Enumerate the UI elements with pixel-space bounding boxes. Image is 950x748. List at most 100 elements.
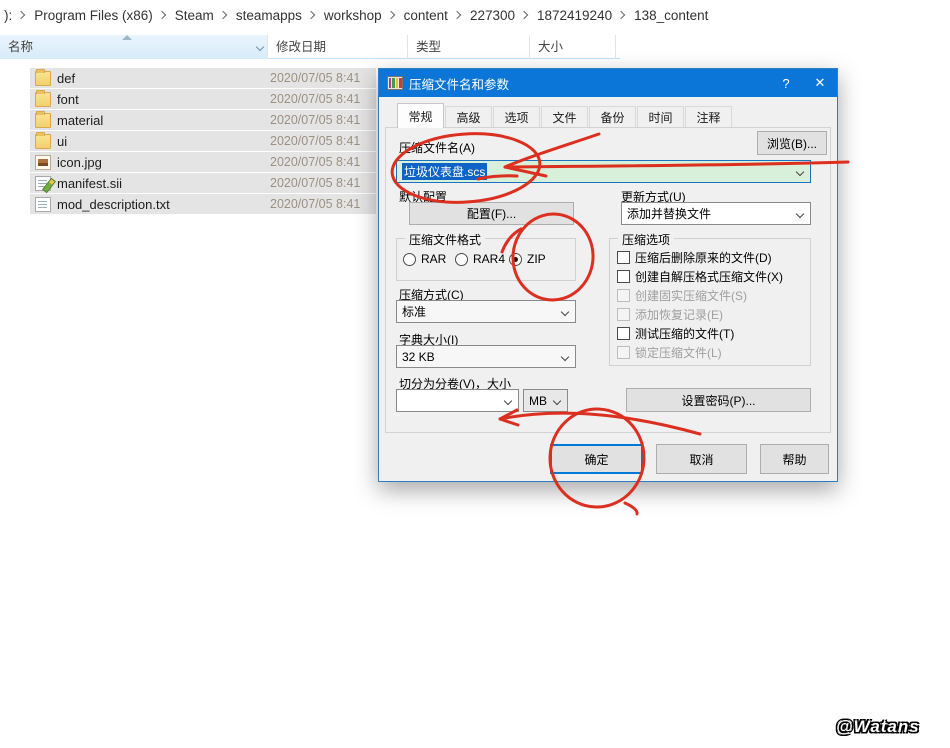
- dialog-titlebar[interactable]: 压缩文件名和参数 ? ✕: [379, 69, 837, 97]
- chevron-right-icon: [520, 11, 528, 19]
- watermark: @Watans: [836, 717, 920, 737]
- dialog-title: 压缩文件名和参数: [409, 74, 509, 93]
- tab-advanced[interactable]: 高级: [445, 106, 492, 128]
- file-row-icon-jpg[interactable]: icon.jpg 2020/07/05 8:41: [30, 152, 376, 172]
- checkbox-icon: [617, 270, 630, 283]
- radio-rar4[interactable]: RAR4: [455, 252, 505, 266]
- chevron-down-icon[interactable]: [561, 308, 569, 316]
- profiles-button[interactable]: 配置(F)...: [409, 202, 574, 225]
- chevron-down-icon[interactable]: [504, 397, 512, 405]
- archive-name-combobox[interactable]: 垃圾仪表盘.scs: [396, 160, 811, 183]
- annotation-ok-tail: [625, 503, 637, 514]
- radio-icon: [455, 253, 468, 266]
- file-row-mod-description[interactable]: mod_description.txt 2020/07/05 8:41: [30, 194, 376, 214]
- breadcrumb-item[interactable]: Program Files (x86): [30, 8, 157, 23]
- chevron-right-icon: [219, 11, 227, 19]
- folder-icon: [35, 134, 51, 149]
- folder-icon: [35, 92, 51, 107]
- tab-comment[interactable]: 注释: [685, 106, 732, 128]
- ok-button[interactable]: 确定: [550, 444, 643, 474]
- tab-files[interactable]: 文件: [541, 106, 588, 128]
- breadcrumb-item[interactable]: steamapps: [232, 8, 306, 23]
- tab-backup[interactable]: 备份: [589, 106, 636, 128]
- file-row-ui[interactable]: ui 2020/07/05 8:41: [30, 131, 376, 151]
- checkbox-icon: [617, 327, 630, 340]
- file-date: 2020/07/05 8:41: [270, 92, 360, 106]
- column-header-type-label: 类型: [416, 40, 441, 54]
- radio-label: ZIP: [527, 252, 546, 266]
- breadcrumb-prefix: ):: [0, 8, 16, 23]
- file-name: def: [57, 71, 75, 86]
- tab-options[interactable]: 选项: [493, 106, 540, 128]
- volume-unit-combobox[interactable]: MB: [523, 389, 568, 412]
- column-header-row: 名称 修改日期 类型 大小: [0, 35, 620, 59]
- winrar-icon: [387, 76, 403, 90]
- close-icon[interactable]: ✕: [803, 69, 837, 97]
- archive-name-value: 垃圾仪表盘.scs: [402, 163, 487, 180]
- set-password-button[interactable]: 设置密码(P)...: [626, 388, 811, 412]
- dictionary-size-combobox[interactable]: 32 KB: [396, 345, 576, 368]
- checkbox-test-files[interactable]: 测试压缩的文件(T): [617, 325, 734, 342]
- radio-icon: [403, 253, 416, 266]
- compression-method-combobox[interactable]: 标准: [396, 300, 576, 323]
- radio-rar[interactable]: RAR: [403, 252, 446, 266]
- file-row-manifest-sii[interactable]: manifest.sii 2020/07/05 8:41: [30, 173, 376, 193]
- checkbox-label: 测试压缩的文件(T): [635, 325, 734, 342]
- checkbox-label: 创建固实压缩文件(S): [635, 287, 747, 304]
- breadcrumb-item[interactable]: 1872419240: [533, 8, 616, 23]
- chevron-right-icon: [307, 11, 315, 19]
- chevron-down-icon[interactable]: [796, 210, 804, 218]
- checkbox-label: 压缩后删除原来的文件(D): [635, 249, 772, 266]
- file-name: font: [57, 92, 79, 107]
- tab-general[interactable]: 常规: [397, 103, 444, 128]
- breadcrumb: ): Program Files (x86) Steam steamapps w…: [0, 0, 950, 30]
- checkbox-delete-files[interactable]: 压缩后删除原来的文件(D): [617, 249, 772, 266]
- file-name: ui: [57, 134, 67, 149]
- dictionary-size-value: 32 KB: [402, 350, 435, 364]
- checkbox-icon: [617, 346, 630, 359]
- chevron-down-icon[interactable]: [796, 168, 804, 176]
- split-volumes-combobox[interactable]: [396, 389, 519, 412]
- radio-selected-icon: [509, 253, 522, 266]
- volume-unit-value: MB: [529, 394, 547, 408]
- help-titlebar-button[interactable]: ?: [769, 69, 803, 97]
- winrar-archive-dialog: 压缩文件名和参数 ? ✕ 常规 高级 选项 文件 备份 时间 注释 浏览(B).…: [378, 68, 838, 482]
- file-row-font[interactable]: font 2020/07/05 8:41: [30, 89, 376, 109]
- file-date: 2020/07/05 8:41: [270, 134, 360, 148]
- chevron-down-icon[interactable]: [553, 397, 561, 405]
- file-date: 2020/07/05 8:41: [270, 113, 360, 127]
- column-filter-chevron-icon[interactable]: [256, 43, 264, 51]
- folder-icon: [35, 71, 51, 86]
- update-mode-combobox[interactable]: 添加并替换文件: [621, 202, 811, 225]
- column-header-type[interactable]: 类型: [408, 35, 530, 59]
- checkbox-create-sfx[interactable]: 创建自解压格式压缩文件(X): [617, 268, 783, 285]
- breadcrumb-item[interactable]: Steam: [171, 8, 218, 23]
- breadcrumb-item[interactable]: workshop: [320, 8, 386, 23]
- chevron-right-icon: [17, 11, 25, 19]
- update-mode-value: 添加并替换文件: [627, 205, 711, 222]
- file-row-material[interactable]: material 2020/07/05 8:41: [30, 110, 376, 130]
- compression-options-group: 压缩选项 压缩后删除原来的文件(D) 创建自解压格式压缩文件(X) 创建固实压缩…: [609, 238, 811, 366]
- file-row-def[interactable]: def 2020/07/05 8:41: [30, 68, 376, 88]
- column-header-name[interactable]: 名称: [0, 35, 268, 59]
- column-header-size[interactable]: 大小: [530, 35, 616, 59]
- file-date: 2020/07/05 8:41: [270, 71, 360, 85]
- checkbox-icon: [617, 251, 630, 264]
- archive-name-label: 压缩文件名(A): [399, 139, 475, 156]
- breadcrumb-item[interactable]: content: [400, 8, 452, 23]
- breadcrumb-item[interactable]: 138_content: [630, 8, 712, 23]
- radio-zip[interactable]: ZIP: [509, 252, 546, 266]
- column-header-date[interactable]: 修改日期: [268, 35, 408, 59]
- sort-ascending-icon: [122, 35, 132, 40]
- tab-time[interactable]: 时间: [637, 106, 684, 128]
- help-button[interactable]: 帮助: [760, 444, 829, 474]
- file-date: 2020/07/05 8:41: [270, 197, 360, 211]
- checkbox-icon: [617, 308, 630, 321]
- cancel-button[interactable]: 取消: [656, 444, 747, 474]
- browse-button[interactable]: 浏览(B)...: [757, 131, 827, 155]
- chevron-down-icon[interactable]: [561, 353, 569, 361]
- compression-method-value: 标准: [402, 303, 426, 320]
- compression-options-group-label: 压缩选项: [618, 231, 674, 248]
- breadcrumb-item[interactable]: 227300: [466, 8, 519, 23]
- chevron-right-icon: [386, 11, 394, 19]
